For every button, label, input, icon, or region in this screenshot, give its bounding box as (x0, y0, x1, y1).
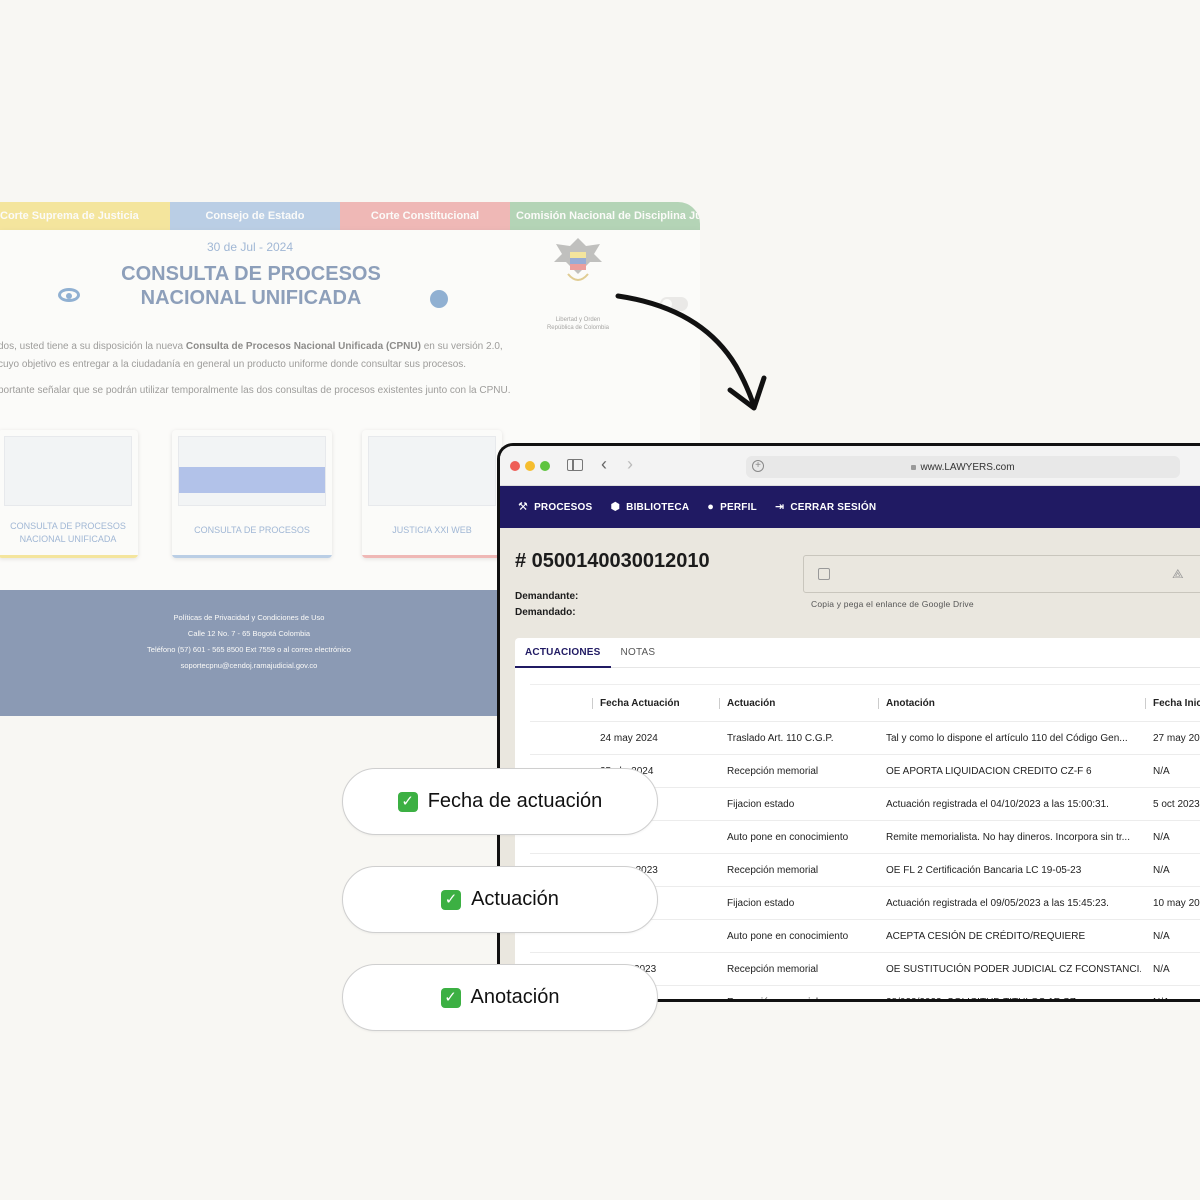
case-tabs: ACTUACIONES NOTAS (515, 638, 1200, 668)
edit-icon (818, 568, 830, 580)
card-thumbnail (368, 436, 496, 506)
site-footer: Políticas de Privacidad y Condiciones de… (0, 590, 498, 716)
cell-fecha-inicial: N/A (1153, 963, 1170, 975)
cell-fecha-inicial: N/A (1153, 765, 1170, 777)
address-bar[interactable]: www.LAWYERS.com (746, 456, 1180, 478)
privacy-link[interactable]: Políticas de Privacidad y Condiciones de… (0, 610, 498, 626)
drive-link-hint: Copia y pega el enlance de Google Drive (811, 599, 974, 609)
cell-actuacion: Recepción memorial (727, 864, 819, 876)
nav-biblioteca[interactable]: ⬢ BIBLIOTECA (610, 500, 689, 513)
forward-arrow-icon[interactable]: › (627, 454, 633, 475)
lock-icon (911, 464, 917, 470)
cell-anotacion: OE APORTA LIQUIDACION CREDITO CZ-F 6 (886, 765, 1092, 777)
cell-fecha: 24 may 2024 (600, 732, 658, 744)
court-tabs: Corte Suprema de Justicia Consejo de Est… (0, 202, 700, 230)
cell-anotacion: OE SUSTITUCIÓN PODER JUDICIAL CZ FCONSTA… (886, 963, 1141, 975)
gavel-icon: ⚒ (518, 500, 529, 513)
url-text: www.LAWYERS.com (920, 461, 1015, 473)
cell-anotacion: Actuación registrada el 04/10/2023 a las… (886, 798, 1109, 810)
column-header-fecha[interactable]: Fecha Actuación (600, 685, 715, 721)
card-consulta-procesos[interactable]: CONSULTA DE PROCESOS (172, 430, 332, 558)
site-date: 30 de Jul - 2024 (206, 240, 294, 254)
cell-actuacion: Recepción memorial (727, 996, 819, 1002)
cell-fecha-inicial: N/A (1153, 831, 1170, 843)
highlight-actuacion: ✓ Actuación (342, 866, 658, 933)
site-title: CONSULTA DE PROCESOS NACIONAL UNIFICADA (121, 263, 381, 309)
close-window-button[interactable] (510, 461, 520, 471)
highlight-fecha-actuacion: ✓ Fecha de actuación (342, 768, 658, 835)
tab-corte-constitucional[interactable]: Corte Constitucional (340, 202, 510, 230)
cell-anotacion: Tal y como lo dispone el artículo 110 de… (886, 732, 1128, 744)
card-justicia-xxi[interactable]: JUSTICIA XXI WEB (362, 430, 502, 558)
cell-fecha-inicial: N/A (1153, 930, 1170, 942)
highlight-anotacion: ✓ Anotación (342, 964, 658, 1031)
demandado-label: Demandado: (515, 607, 576, 618)
tab-actuaciones[interactable]: ACTUACIONES (515, 638, 611, 668)
cell-actuacion: Traslado Art. 110 C.G.P. (727, 732, 834, 744)
checkmark-icon: ✓ (440, 987, 461, 1008)
library-icon: ⬢ (610, 500, 621, 513)
cell-anotacion: OE FL 2 Certificación Bancaria LC 19-05-… (886, 864, 1082, 876)
support-email[interactable]: soportecpnu@cendoj.ramajudicial.gov.co (0, 658, 498, 674)
extension-icon[interactable]: + (752, 460, 764, 472)
eye-icon[interactable] (58, 288, 80, 302)
user-icon: ● (707, 500, 715, 513)
cell-fecha-inicial: 5 oct 2023 (1153, 798, 1200, 810)
case-parties: Demandante: Demandado: (515, 589, 578, 621)
maximize-window-button[interactable] (540, 461, 550, 471)
cell-fecha-inicial: N/A (1153, 996, 1170, 1002)
column-header-anotacion[interactable]: Anotación (886, 685, 1141, 721)
cell-actuacion: Recepción memorial (727, 765, 819, 777)
cell-fecha-inicial: N/A (1153, 864, 1170, 876)
intro-paragraph-1: dos, usted tiene a su disposición la nue… (0, 341, 503, 352)
table-row[interactable]: 24 may 2024 Traslado Art. 110 C.G.P. Tal y… (530, 722, 1200, 755)
nav-perfil[interactable]: ● PERFIL (707, 500, 757, 513)
tab-comision-disciplina[interactable]: Comisión Nacional de Disciplina Judicial (510, 202, 700, 230)
actuaciones-table: Fecha Actuación Actuación Anotación Fech… (530, 684, 1200, 1002)
sidebar-toggle-icon[interactable] (567, 459, 583, 471)
service-cards: CONSULTA DE PROCESOS NACIONAL UNIFICADA … (0, 430, 502, 560)
checkmark-icon: ✓ (397, 791, 418, 812)
cell-actuacion: Auto pone en conocimiento (727, 831, 849, 843)
minimize-window-button[interactable] (525, 461, 535, 471)
tab-corte-suprema[interactable]: Corte Suprema de Justicia (0, 202, 170, 230)
card-cpnu[interactable]: CONSULTA DE PROCESOS NACIONAL UNIFICADA (0, 430, 138, 558)
cell-actuacion: Auto pone en conocimiento (727, 930, 849, 942)
card-thumbnail (178, 436, 326, 506)
back-arrow-icon[interactable]: ‹ (601, 454, 607, 475)
cell-actuacion: Fijacion estado (727, 798, 795, 810)
app-navbar: ⚒ PROCESOS ⬢ BIBLIOTECA ● PERFIL ⇥ CERRA… (500, 486, 1200, 528)
table-header: Fecha Actuación Actuación Anotación Fech… (530, 685, 1200, 722)
nav-procesos[interactable]: ⚒ PROCESOS (518, 500, 592, 513)
browser-chrome: ‹ › www.LAWYERS.com + (500, 446, 1200, 486)
drive-link-input[interactable]: ⟁ (803, 555, 1200, 593)
card-thumbnail (4, 436, 132, 506)
nav-cerrar-sesion[interactable]: ⇥ CERRAR SESIÓN (774, 500, 876, 513)
column-header-fecha-inicial[interactable]: Fecha Inic (1153, 685, 1200, 721)
cell-actuacion: Fijacion estado (727, 897, 795, 909)
tab-notas[interactable]: NOTAS (611, 638, 666, 668)
demandante-label: Demandante: (515, 591, 579, 602)
intro-paragraph-3: portante señalar que se podrán utilizar … (0, 385, 511, 396)
site-header: 30 de Jul - 2024 CONSULTA DE PROCESOS NA… (0, 230, 700, 331)
case-number: # 0500140030012010 (515, 550, 710, 572)
cell-actuacion: Recepción memorial (727, 963, 819, 975)
logout-icon: ⇥ (774, 500, 785, 513)
cell-anotacion: ACEPTA CESIÓN DE CRÉDITO/REQUIERE (886, 930, 1086, 942)
curved-arrow-icon (615, 293, 767, 411)
checkmark-icon: ✓ (441, 889, 462, 910)
google-drive-icon[interactable]: ⟁ (1172, 566, 1184, 582)
cell-anotacion: 28/023/2023. SOLICITUD TITULOS 1F CZ (886, 996, 1076, 1002)
tab-consejo-estado[interactable]: Consejo de Estado (170, 202, 340, 230)
column-header-actuacion[interactable]: Actuación (727, 685, 874, 721)
case-header: # 0500140030012010 Demandante: Demandado… (500, 528, 1200, 638)
cell-fecha-inicial: 10 may 20 (1153, 897, 1200, 909)
user-icon[interactable] (430, 290, 448, 308)
cell-anotacion: Remite memorialista. No hay dineros. Inc… (886, 831, 1130, 843)
cell-fecha-inicial: 27 may 20 (1153, 732, 1200, 744)
colombia-seal-icon (554, 238, 602, 281)
cell-anotacion: Actuación registrada el 09/05/2023 a las… (886, 897, 1109, 909)
intro-paragraph-2: cuyo objetivo es entregar a la ciudadaní… (0, 359, 467, 370)
